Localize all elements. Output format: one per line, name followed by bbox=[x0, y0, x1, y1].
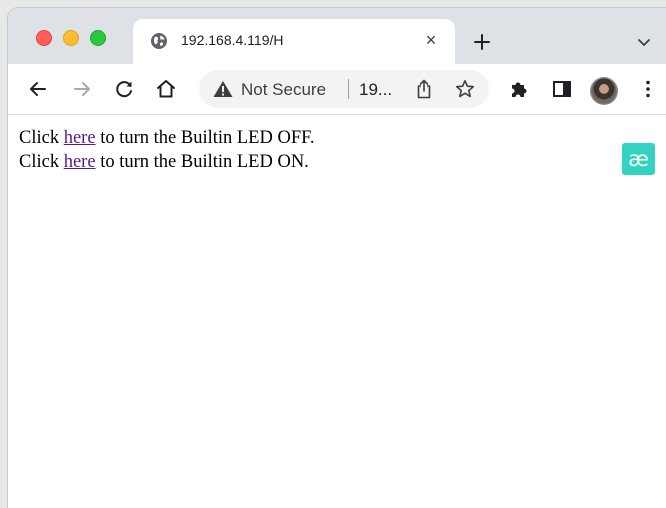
arrow-left-icon[interactable] bbox=[26, 77, 50, 101]
zoom-window-button[interactable] bbox=[90, 30, 106, 46]
url-text[interactable]: 19... bbox=[359, 80, 392, 100]
kebab-menu-icon[interactable] bbox=[636, 77, 660, 101]
tab-title: 192.168.4.119/H bbox=[181, 32, 284, 48]
omnibox-divider bbox=[348, 79, 349, 99]
led-off-link[interactable]: here bbox=[64, 128, 96, 148]
tab-strip: 192.168.4.119/H × bbox=[8, 8, 666, 64]
close-tab-button[interactable]: × bbox=[420, 29, 442, 51]
led-on-link[interactable]: here bbox=[64, 152, 96, 172]
puzzle-icon[interactable] bbox=[507, 77, 531, 101]
chevron-down-icon[interactable] bbox=[636, 34, 652, 50]
reload-icon[interactable] bbox=[112, 77, 136, 101]
arrow-right-icon[interactable] bbox=[70, 77, 94, 101]
home-icon[interactable] bbox=[154, 77, 178, 101]
led-controls: Click here to turn the Builtin LED OFF. … bbox=[19, 126, 315, 174]
led-off-line: Click here to turn the Builtin LED OFF. bbox=[19, 126, 315, 150]
page-content: Click here to turn the Builtin LED OFF. … bbox=[8, 115, 666, 508]
star-icon[interactable] bbox=[455, 79, 475, 99]
browser-window: 192.168.4.119/H × Not Secure 19... Click… bbox=[8, 8, 666, 508]
extension-badge[interactable]: æ bbox=[622, 143, 655, 175]
minimize-window-button[interactable] bbox=[63, 30, 79, 46]
share-icon[interactable] bbox=[415, 79, 433, 99]
plus-icon[interactable] bbox=[470, 30, 494, 54]
line-prefix: Click bbox=[19, 128, 64, 148]
warning-icon[interactable] bbox=[213, 80, 233, 98]
security-label[interactable]: Not Secure bbox=[241, 80, 326, 100]
led-on-line: Click here to turn the Builtin LED ON. bbox=[19, 150, 315, 174]
toolbar: Not Secure 19... bbox=[8, 64, 666, 115]
globe-icon bbox=[151, 33, 167, 49]
avatar[interactable] bbox=[591, 78, 617, 104]
close-window-button[interactable] bbox=[36, 30, 52, 46]
address-bar[interactable]: Not Secure 19... bbox=[199, 70, 489, 108]
line-suffix: to turn the Builtin LED ON. bbox=[95, 152, 309, 172]
side-panel-icon[interactable] bbox=[550, 77, 574, 101]
line-prefix: Click bbox=[19, 152, 64, 172]
line-suffix: to turn the Builtin LED OFF. bbox=[95, 128, 315, 148]
browser-tab[interactable]: 192.168.4.119/H × bbox=[133, 19, 455, 64]
